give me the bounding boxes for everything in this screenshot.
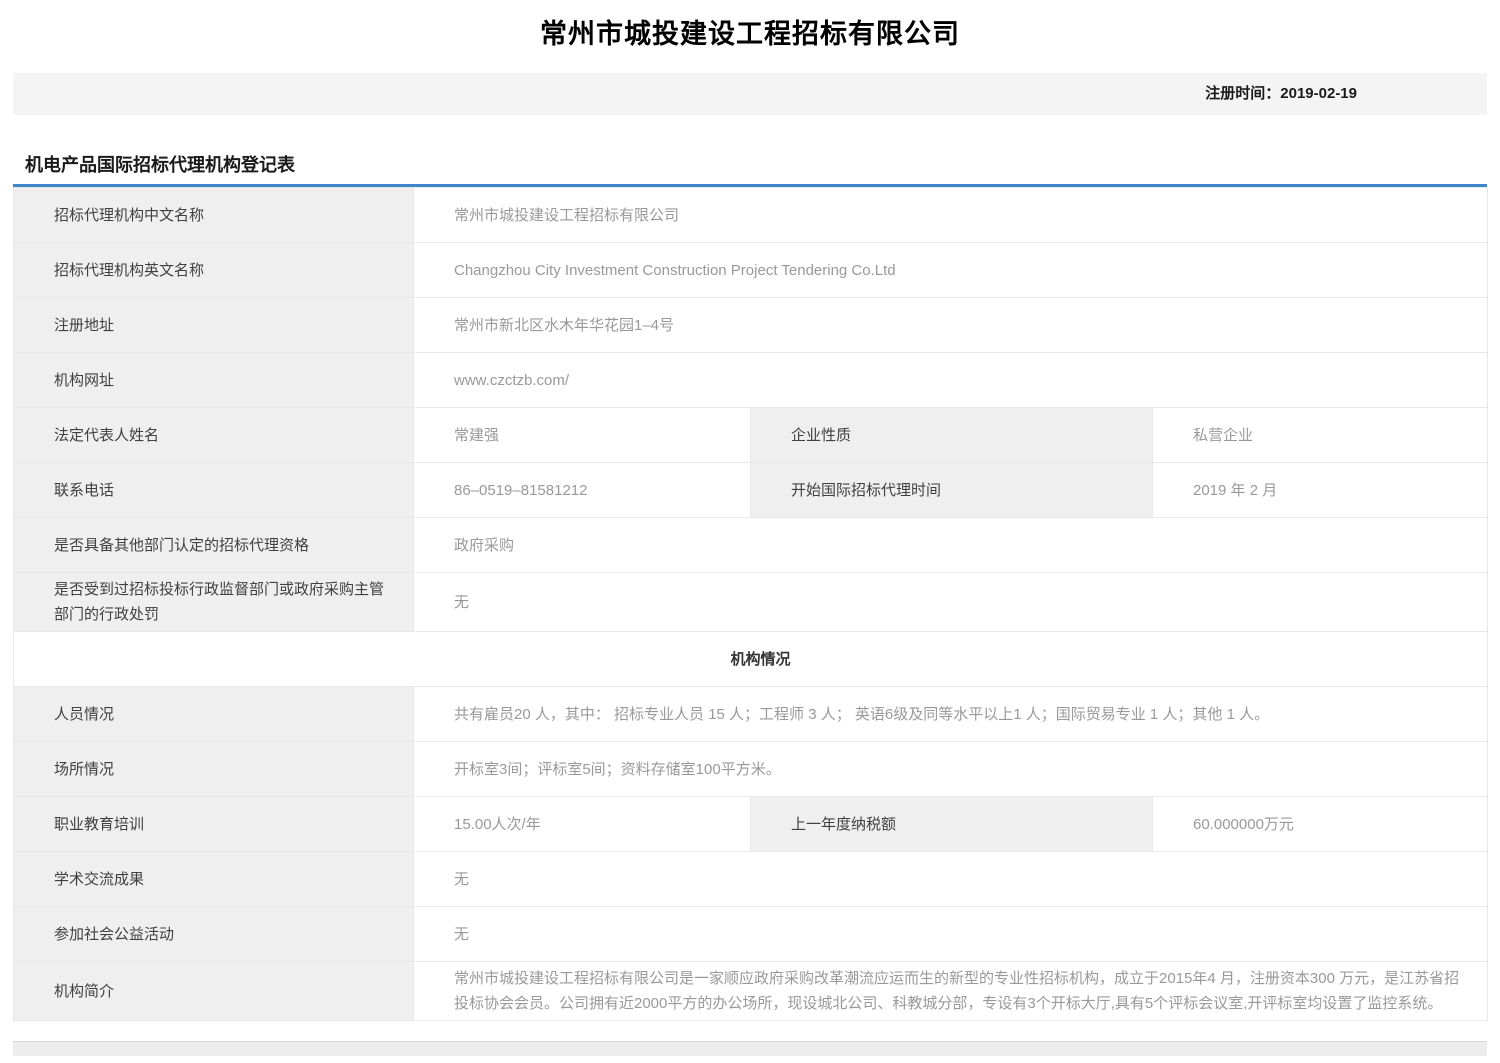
row-label: 职业教育培训	[14, 797, 414, 852]
row-value: 无	[414, 852, 1488, 907]
footer-strip	[13, 1041, 1487, 1056]
row-value: 15.00人次/年	[414, 797, 751, 852]
table-row: 注册地址常州市新北区水木年华花园1–4号	[14, 298, 1488, 353]
row-label: 学术交流成果	[14, 852, 414, 907]
row-label: 开始国际招标代理时间	[751, 463, 1153, 518]
table-row: 机构网址www.czctzb.com/	[14, 353, 1488, 408]
table-row: 职业教育培训15.00人次/年上一年度纳税额60.000000万元	[14, 797, 1488, 852]
table-row: 场所情况开标室3间；评标室5间；资料存储室100平方米。	[14, 742, 1488, 797]
table-row: 是否具备其他部门认定的招标代理资格政府采购	[14, 518, 1488, 573]
row-label: 企业性质	[751, 408, 1153, 463]
register-time-label: 注册时间：	[1205, 85, 1280, 102]
table-row: 机构简介常州市城投建设工程招标有限公司是一家顺应政府采购改革潮流应运而生的新型的…	[14, 962, 1488, 1021]
row-value: 2019 年 2 月	[1153, 463, 1488, 518]
row-label: 招标代理机构英文名称	[14, 243, 414, 298]
table-row: 联系电话86–0519–81581212开始国际招标代理时间2019 年 2 月	[14, 463, 1488, 518]
row-label: 场所情况	[14, 742, 414, 797]
row-label: 机构简介	[14, 962, 414, 1021]
table-row: 招标代理机构英文名称Changzhou City Investment Cons…	[14, 243, 1488, 298]
form-section-title: 机电产品国际招标代理机构登记表	[25, 152, 1500, 178]
row-label: 招标代理机构中文名称	[14, 188, 414, 243]
row-value: 86–0519–81581212	[414, 463, 751, 518]
row-label: 是否具备其他部门认定的招标代理资格	[14, 518, 414, 573]
registration-table-wrapper: 招标代理机构中文名称常州市城投建设工程招标有限公司招标代理机构英文名称Chang…	[13, 184, 1487, 1021]
row-value: 私营企业	[1153, 408, 1488, 463]
register-time-value: 2019-02-19	[1280, 85, 1357, 102]
section-header-label: 机构情况	[14, 632, 1488, 687]
row-value: 共有雇员20 人，其中： 招标专业人员 15 人；工程师 3 人； 英语6级及同…	[414, 687, 1488, 742]
table-row: 招标代理机构中文名称常州市城投建设工程招标有限公司	[14, 188, 1488, 243]
table-row: 法定代表人姓名常建强企业性质私营企业	[14, 408, 1488, 463]
table-row: 参加社会公益活动无	[14, 907, 1488, 962]
row-label: 联系电话	[14, 463, 414, 518]
row-value: 无	[414, 907, 1488, 962]
register-time-bar: 注册时间：2019-02-19	[13, 73, 1487, 115]
page-title: 常州市城投建设工程招标有限公司	[0, 0, 1500, 53]
row-value: 常州市城投建设工程招标有限公司是一家顺应政府采购改革潮流应运而生的新型的专业性招…	[414, 962, 1488, 1021]
table-row: 机构情况	[14, 632, 1488, 687]
table-row: 人员情况共有雇员20 人，其中： 招标专业人员 15 人；工程师 3 人； 英语…	[14, 687, 1488, 742]
registration-table: 招标代理机构中文名称常州市城投建设工程招标有限公司招标代理机构英文名称Chang…	[13, 187, 1488, 1021]
row-label: 法定代表人姓名	[14, 408, 414, 463]
row-value: 常州市城投建设工程招标有限公司	[414, 188, 1488, 243]
row-label: 上一年度纳税额	[751, 797, 1153, 852]
row-label: 人员情况	[14, 687, 414, 742]
registration-table-body: 招标代理机构中文名称常州市城投建设工程招标有限公司招标代理机构英文名称Chang…	[14, 188, 1488, 1021]
row-value: 常州市新北区水木年华花园1–4号	[414, 298, 1488, 353]
row-label: 机构网址	[14, 353, 414, 408]
table-row: 是否受到过招标投标行政监督部门或政府采购主管部门的行政处罚无	[14, 573, 1488, 632]
row-value: www.czctzb.com/	[414, 353, 1488, 408]
row-value: 60.000000万元	[1153, 797, 1488, 852]
row-value: Changzhou City Investment Construction P…	[414, 243, 1488, 298]
row-label: 是否受到过招标投标行政监督部门或政府采购主管部门的行政处罚	[14, 573, 414, 632]
row-label: 参加社会公益活动	[14, 907, 414, 962]
row-value: 无	[414, 573, 1488, 632]
row-value: 政府采购	[414, 518, 1488, 573]
row-value: 常建强	[414, 408, 751, 463]
table-row: 学术交流成果无	[14, 852, 1488, 907]
row-value: 开标室3间；评标室5间；资料存储室100平方米。	[414, 742, 1488, 797]
row-label: 注册地址	[14, 298, 414, 353]
